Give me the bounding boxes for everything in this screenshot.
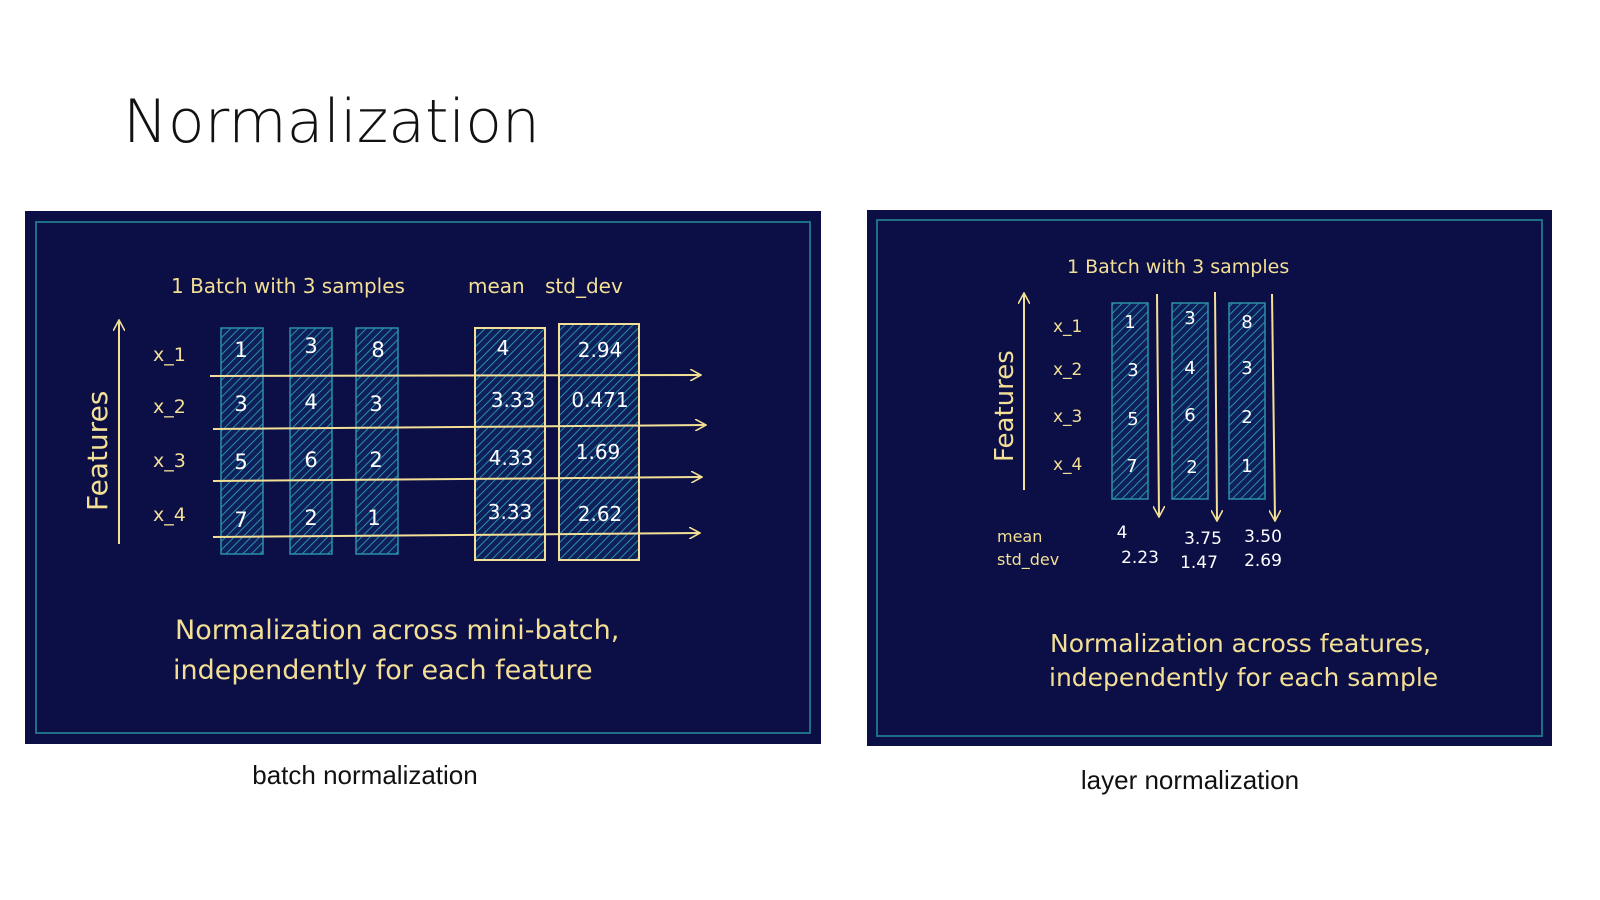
layer-cell: 1 [1241,456,1252,477]
layer-sample-arrow [1157,293,1159,516]
layer-sample-arrow [1215,291,1217,520]
layer-cell: 3 [1241,358,1252,379]
batch-std-label: std_dev [545,274,623,298]
layer-std-value: 2.23 [1121,548,1159,568]
layer-mean-value: 4 [1117,523,1128,543]
layer-cell: 4 [1184,358,1195,379]
batch-axis-label: Features [81,391,114,511]
batch-feature-label: x_3 [153,450,186,472]
layer-cell: 1 [1124,312,1135,333]
batch-feature-label: x_2 [153,396,186,418]
batch-mean-value: 3.33 [488,500,533,524]
batch-cell: 2 [304,506,317,530]
layer-axis-label: Features [990,350,1020,462]
batch-std-value: 1.69 [576,440,621,464]
batch-norm-panel: 1 Batch with 3 samples mean std_dev Feat… [25,211,821,744]
layer-norm-panel: 1 Batch with 3 samples Features x_1 x_2 … [867,210,1552,746]
layer-header: 1 Batch with 3 samples [1067,256,1289,278]
layer-feature-label: x_2 [1053,360,1082,380]
batch-cell: 3 [304,334,317,358]
batch-note-line1: Normalization across mini-batch, [175,615,619,646]
batch-cell: 3 [234,392,247,416]
layer-caption: layer normalization [1080,765,1300,795]
batch-cell: 3 [369,392,382,416]
batch-std-value: 2.62 [578,502,623,526]
batch-norm-diagram: 1 Batch with 3 samples mean std_dev Feat… [81,274,821,686]
slide-title: Normalization [123,87,540,157]
layer-mean-value: 3.75 [1184,529,1222,549]
batch-cell: 1 [367,506,380,530]
batch-cell: 2 [369,448,382,472]
layer-mean-value: 3.50 [1244,527,1282,547]
layer-mean-label: mean [997,527,1042,546]
batch-mean-value: 3.33 [491,388,536,412]
layer-note-line2: independently for each sample [1049,663,1438,692]
batch-cell: 6 [304,448,317,472]
batch-header: 1 Batch with 3 samples [171,274,405,298]
batch-mean-value: 4.33 [489,446,534,470]
batch-feature-label: x_4 [153,504,186,526]
layer-std-label: std_dev [997,550,1059,570]
batch-cell: 7 [234,508,247,532]
layer-cell: 7 [1126,456,1137,477]
batch-std-value: 2.94 [578,338,623,362]
layer-std-value: 2.69 [1244,551,1282,571]
batch-mean-column [474,327,546,561]
layer-cell: 3 [1127,360,1138,381]
layer-cell: 5 [1127,409,1138,430]
batch-note-line2: independently for each feature [173,655,593,686]
batch-row-arrow [209,375,700,376]
layer-feature-label: x_1 [1053,317,1082,337]
layer-cell: 2 [1186,457,1197,478]
batch-cell: 4 [304,390,317,414]
layer-norm-diagram: 1 Batch with 3 samples Features x_1 x_2 … [990,256,1438,692]
batch-cell: 8 [371,338,384,362]
layer-sample-arrow [1272,293,1275,520]
layer-cell: 6 [1184,405,1195,426]
layer-note-line1: Normalization across features, [1050,629,1431,658]
layer-feature-label: x_3 [1053,407,1082,427]
layer-std-value: 1.47 [1180,553,1218,573]
batch-std-value: 0.471 [571,388,628,412]
batch-mean-value: 4 [497,336,510,360]
batch-feature-label: x_1 [153,344,186,366]
layer-cell: 3 [1184,308,1195,329]
layer-feature-label: x_4 [1053,455,1082,475]
batch-cell: 5 [234,450,247,474]
layer-cell: 8 [1241,312,1252,333]
batch-cell: 1 [234,338,247,362]
batch-caption: batch normalization [252,760,478,790]
layer-cell: 2 [1241,407,1252,428]
batch-mean-label: mean [468,274,525,298]
